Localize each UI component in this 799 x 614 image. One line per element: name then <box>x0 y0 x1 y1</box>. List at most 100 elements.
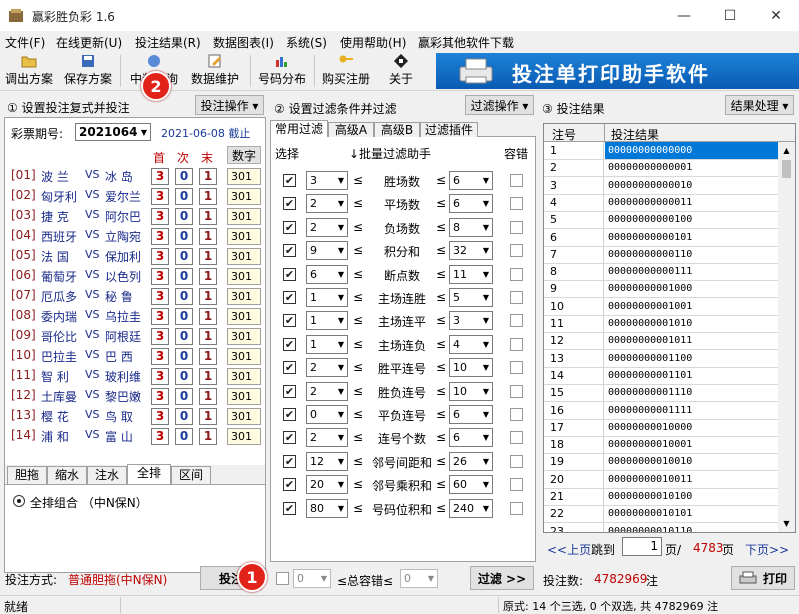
pick-code-field[interactable]: 301 <box>227 388 261 405</box>
filter-tolerance-checkbox[interactable] <box>510 244 523 258</box>
pick-lose-box[interactable]: 1 <box>199 428 217 445</box>
pick-lose-box[interactable]: 1 <box>199 208 217 225</box>
pick-win-box[interactable]: 3 <box>151 348 169 365</box>
scroll-down-icon[interactable]: ▼ <box>778 515 795 532</box>
table-row[interactable]: 5 00000000000100 <box>544 211 780 230</box>
table-row[interactable]: 9 00000000001000 <box>544 280 780 299</box>
table-row[interactable]: 21 00000000010100 <box>544 488 780 506</box>
tab-range[interactable]: 区间 <box>171 466 211 484</box>
table-row[interactable]: 14 00000000001101 <box>544 366 780 385</box>
filter-max-select[interactable]: 6 ▼ <box>449 428 493 448</box>
number-button[interactable]: 数字 <box>227 146 261 164</box>
prev-page-link[interactable]: <<上页 <box>547 541 591 558</box>
table-row[interactable]: 4 00000000000011 <box>544 193 780 212</box>
filter-tolerance-checkbox[interactable] <box>510 174 523 187</box>
menu-online-update[interactable]: 在线更新(U) <box>56 34 122 51</box>
table-row[interactable]: 17 00000000010000 <box>544 418 780 437</box>
filter-min-select[interactable]: 6 ▼ <box>306 264 348 284</box>
page-input[interactable]: 1 <box>622 537 662 556</box>
pick-draw-box[interactable]: 0 <box>175 368 193 385</box>
pick-win-box[interactable]: 3 <box>151 188 169 205</box>
filter-min-select[interactable]: 3 ▼ <box>306 171 348 190</box>
table-row[interactable]: 10 00000000001001 <box>544 297 780 316</box>
pick-lose-box[interactable]: 1 <box>199 328 217 345</box>
filter-enable-checkbox[interactable]: ✔ <box>283 267 296 281</box>
tab-common-filter[interactable]: 常用过滤 <box>270 120 328 138</box>
print-helper-banner[interactable]: 投注单打印助手软件 <box>436 53 799 89</box>
pick-win-box[interactable]: 3 <box>151 388 169 405</box>
pick-draw-box[interactable]: 0 <box>175 248 193 265</box>
filter-tolerance-checkbox[interactable] <box>510 384 523 398</box>
filter-max-select[interactable]: 11 ▼ <box>449 264 493 284</box>
pick-draw-box[interactable]: 0 <box>175 408 193 425</box>
pick-lose-box[interactable]: 1 <box>199 408 217 425</box>
filter-max-select[interactable]: 240 ▼ <box>449 498 493 518</box>
filter-tolerance-checkbox[interactable] <box>510 220 523 234</box>
filter-tolerance-checkbox[interactable] <box>510 337 523 351</box>
pick-lose-box[interactable]: 1 <box>199 268 217 285</box>
pick-lose-box[interactable]: 1 <box>199 168 217 185</box>
close-button[interactable]: ✕ <box>753 0 799 31</box>
filter-max-select[interactable]: 6 ▼ <box>449 405 493 424</box>
filter-tolerance-checkbox[interactable] <box>510 197 523 211</box>
menu-data-charts[interactable]: 数据图表(I) <box>213 34 274 51</box>
pick-win-box[interactable]: 3 <box>151 408 169 425</box>
pick-lose-box[interactable]: 1 <box>199 388 217 405</box>
filter-tolerance-checkbox[interactable] <box>510 431 523 445</box>
maximize-button[interactable]: ☐ <box>707 0 753 31</box>
filter-tolerance-checkbox[interactable] <box>510 454 523 468</box>
filter-max-select[interactable]: 3 ▼ <box>449 311 493 331</box>
about-button[interactable]: 关于 <box>380 53 422 89</box>
filter-enable-checkbox[interactable]: ✔ <box>283 220 296 234</box>
filter-max-select[interactable]: 8 ▼ <box>449 217 493 237</box>
tab-dantuo[interactable]: 胆拖 <box>7 466 47 484</box>
table-row[interactable]: 15 00000000001110 <box>544 384 780 403</box>
filter-max-select[interactable]: 6 ▼ <box>449 194 493 214</box>
filter-max-select[interactable]: 10 ▼ <box>449 358 493 378</box>
filter-tolerance-checkbox[interactable] <box>510 267 523 281</box>
pick-code-field[interactable]: 301 <box>227 368 261 385</box>
filter-enable-checkbox[interactable]: ✔ <box>283 314 296 328</box>
filter-tolerance-checkbox[interactable] <box>510 291 523 304</box>
result-operation-button[interactable]: 结果处理 ▾ <box>725 95 794 115</box>
menu-bet-results[interactable]: 投注结果(R) <box>135 34 201 51</box>
minimize-button[interactable]: — <box>661 0 707 31</box>
filter-min-select[interactable]: 1 ▼ <box>306 334 348 354</box>
print-button[interactable]: 打印 <box>731 566 795 590</box>
tab-inject[interactable]: 注水 <box>87 466 127 484</box>
pick-code-field[interactable]: 301 <box>227 268 261 285</box>
filter-enable-checkbox[interactable]: ✔ <box>283 501 296 515</box>
pick-code-field[interactable]: 301 <box>227 308 261 325</box>
filter-max-select[interactable]: 32 ▼ <box>449 241 493 261</box>
filter-min-select[interactable]: 2 ▼ <box>306 194 348 214</box>
filter-min-select[interactable]: 1 ▼ <box>306 311 348 331</box>
pick-draw-box[interactable]: 0 <box>175 348 193 365</box>
filter-enable-checkbox[interactable]: ✔ <box>283 454 296 468</box>
menu-help[interactable]: 使用帮助(H) <box>340 34 406 51</box>
table-row[interactable]: 12 00000000001011 <box>544 332 780 351</box>
pick-win-box[interactable]: 3 <box>151 328 169 345</box>
pick-lose-box[interactable]: 1 <box>199 308 217 325</box>
pick-win-box[interactable]: 3 <box>151 368 169 385</box>
filter-min-select[interactable]: 9 ▼ <box>306 241 348 261</box>
filter-enable-checkbox[interactable]: ✔ <box>283 174 296 187</box>
filter-min-select[interactable]: 2 ▼ <box>306 428 348 448</box>
pick-lose-box[interactable]: 1 <box>199 368 217 385</box>
filter-min-select[interactable]: 80 ▼ <box>306 498 348 518</box>
pick-draw-box[interactable]: 0 <box>175 268 193 285</box>
pick-draw-box[interactable]: 0 <box>175 288 193 305</box>
table-row[interactable]: 20 00000000010011 <box>544 470 780 489</box>
filter-enable-checkbox[interactable]: ✔ <box>283 431 296 445</box>
full-combo-radio[interactable] <box>13 495 25 507</box>
filter-max-select[interactable]: 6 ▼ <box>449 171 493 190</box>
results-table[interactable]: 注号 投注结果 1 00000000000000 2 00000000000001 3 0… <box>543 123 796 533</box>
filter-min-select[interactable]: 2 ▼ <box>306 381 348 401</box>
pick-win-box[interactable]: 3 <box>151 288 169 305</box>
pick-code-field[interactable]: 301 <box>227 408 261 425</box>
pick-code-field[interactable]: 301 <box>227 428 261 445</box>
pick-win-box[interactable]: 3 <box>151 208 169 225</box>
filter-max-select[interactable]: 4 ▼ <box>449 334 493 354</box>
table-row[interactable]: 22 00000000010101 <box>544 505 780 524</box>
table-row[interactable]: 2 00000000000001 <box>544 159 780 178</box>
tab-shrink[interactable]: 缩水 <box>47 466 87 484</box>
